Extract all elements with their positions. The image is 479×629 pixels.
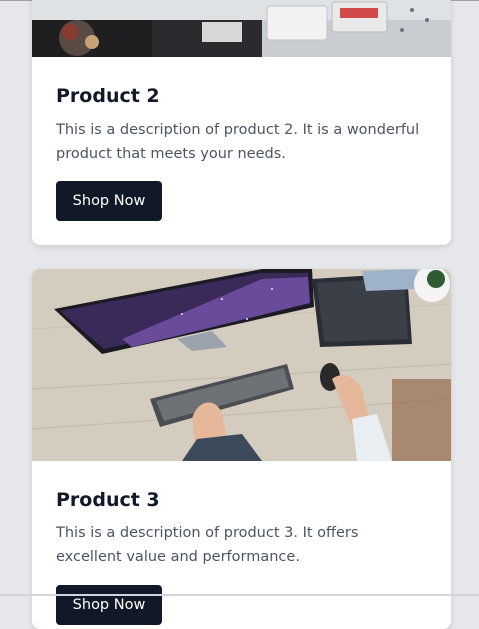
product-2-title: Product 2	[56, 85, 160, 107]
product-3-image	[32, 269, 451, 461]
product-2-image	[32, 0, 451, 57]
product-3-description: This is a description of product 3. It o…	[56, 525, 359, 565]
product-3-title: Product 3	[56, 489, 160, 511]
product-card-3: Product 3 This is a description of produ…	[32, 269, 451, 629]
product-2-description: This is a description of product 2. It i…	[56, 122, 420, 162]
product-2-shop-now-button[interactable]: Shop Now	[56, 181, 162, 221]
product-card-2: Product 2 This is a description of produ…	[32, 0, 451, 245]
product-3-shop-now-button[interactable]: Shop Now	[56, 585, 162, 625]
